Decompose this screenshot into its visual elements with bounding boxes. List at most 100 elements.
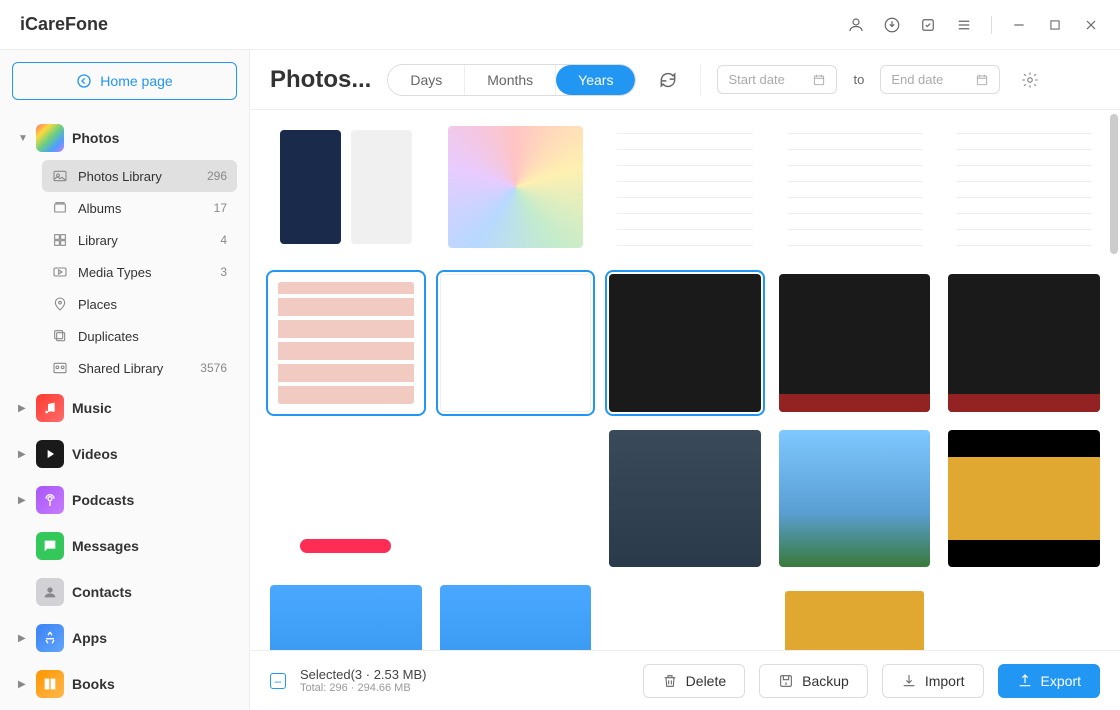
nav-header-photos[interactable]: ▼ Photos [12, 116, 237, 160]
thumbnail[interactable] [609, 430, 761, 568]
thumbnail[interactable] [440, 274, 592, 412]
sidebar-item-photos-library[interactable]: Photos Library 296 [42, 160, 237, 192]
btn-label: Import [925, 673, 965, 689]
thumbnail[interactable] [609, 585, 761, 650]
chevron-right-icon: ▶ [18, 495, 28, 506]
thumbnail[interactable] [779, 118, 931, 256]
nav-header-podcasts[interactable]: ▶ Podcasts [12, 478, 237, 522]
apps-icon [36, 624, 64, 652]
thumbnail[interactable] [948, 430, 1100, 568]
thumbnail[interactable] [440, 430, 592, 568]
photos-icon [36, 124, 64, 152]
chevron-right-icon: ▶ [18, 449, 28, 460]
nav-header-messages[interactable]: ▶Messages [12, 524, 237, 568]
item-count: 3 [220, 265, 227, 279]
thumbnail[interactable] [440, 118, 592, 256]
item-label: Albums [78, 201, 121, 216]
nav-label: Books [72, 676, 115, 692]
tab-years[interactable]: Years [556, 65, 635, 95]
nav-header-apps[interactable]: ▶Apps [12, 616, 237, 660]
app-title: iCareFone [20, 14, 108, 35]
calendar-icon [975, 73, 989, 87]
selected-line: Selected(3 · 2.53 MB) [300, 667, 426, 682]
item-label: Library [78, 233, 118, 248]
nav-label: Apps [72, 630, 107, 646]
to-label: to [853, 72, 864, 87]
item-label: Shared Library [78, 361, 163, 376]
sidebar-item-library[interactable]: Library 4 [42, 224, 237, 256]
item-label: Duplicates [78, 329, 139, 344]
thumbnail-grid [270, 118, 1100, 650]
close-icon[interactable] [1082, 16, 1100, 34]
separator [700, 65, 701, 95]
start-placeholder: Start date [728, 72, 784, 87]
sidebar-item-duplicates[interactable]: Duplicates [42, 320, 237, 352]
thumbnail[interactable] [609, 274, 761, 412]
settings-button[interactable] [1016, 66, 1044, 94]
nav-label: Messages [72, 538, 139, 554]
sidebar-item-media-types[interactable]: Media Types 3 [42, 256, 237, 288]
nav-header-music[interactable]: ▶Music [12, 386, 237, 430]
sidebar-item-places[interactable]: Places [42, 288, 237, 320]
footer: – Selected(3 · 2.53 MB) Total: 296 · 294… [250, 650, 1120, 710]
delete-button[interactable]: Delete [643, 664, 745, 698]
import-button[interactable]: Import [882, 664, 984, 698]
backup-button[interactable]: Backup [759, 664, 868, 698]
thumbnail[interactable] [270, 274, 422, 412]
nav-label: Podcasts [72, 492, 134, 508]
download-icon[interactable] [883, 16, 901, 34]
end-date-input[interactable]: End date [880, 65, 1000, 94]
contacts-icon [36, 578, 64, 606]
calendar-icon [812, 73, 826, 87]
btn-label: Export [1041, 673, 1081, 689]
account-icon[interactable] [847, 16, 865, 34]
selection-checkbox[interactable]: – [270, 673, 286, 689]
home-label: Home page [100, 73, 172, 89]
export-button[interactable]: Export [998, 664, 1100, 698]
chevron-right-icon: ▶ [18, 679, 28, 690]
refresh-button[interactable] [652, 64, 684, 96]
start-date-input[interactable]: Start date [717, 65, 837, 94]
minimize-icon[interactable] [1010, 16, 1028, 34]
menu-icon[interactable] [955, 16, 973, 34]
sidebar-item-albums[interactable]: Albums 17 [42, 192, 237, 224]
selection-info: Selected(3 · 2.53 MB) Total: 296 · 294.6… [300, 667, 426, 694]
nav-label: Contacts [72, 584, 132, 600]
btn-label: Delete [686, 673, 726, 689]
thumbnail[interactable] [270, 430, 422, 568]
maximize-icon[interactable] [1046, 16, 1064, 34]
nav-label: Music [72, 400, 112, 416]
nav-header-books[interactable]: ▶ Books [12, 662, 237, 706]
item-label: Media Types [78, 265, 151, 280]
podcasts-icon [36, 486, 64, 514]
thumbnail[interactable] [779, 430, 931, 568]
home-button[interactable]: Home page [12, 62, 237, 100]
sidebar-item-shared-library[interactable]: Shared Library 3576 [42, 352, 237, 384]
scrollbar[interactable] [1110, 114, 1118, 254]
thumbnail[interactable] [779, 274, 931, 412]
thumbnail[interactable] [948, 274, 1100, 412]
end-placeholder: End date [891, 72, 943, 87]
item-count: 17 [214, 201, 227, 215]
item-label: Places [78, 297, 117, 312]
total-line: Total: 296 · 294.66 MB [300, 682, 426, 694]
item-count: 3576 [200, 361, 227, 375]
edit-icon[interactable] [919, 16, 937, 34]
tab-days[interactable]: Days [388, 65, 465, 95]
chevron-down-icon: ▼ [18, 133, 28, 144]
nav-photos-sub: Photos Library 296 Albums 17 Library 4 M… [12, 160, 237, 384]
music-icon [36, 394, 64, 422]
thumbnail[interactable] [948, 118, 1100, 256]
thumbnail[interactable] [270, 118, 422, 256]
nav-header-videos[interactable]: ▶Videos [12, 432, 237, 476]
videos-icon [36, 440, 64, 468]
titlebar-actions [847, 16, 1100, 34]
tab-months[interactable]: Months [465, 65, 556, 95]
thumbnail[interactable] [779, 585, 931, 650]
thumbnail[interactable] [270, 585, 422, 650]
thumbnail[interactable] [609, 118, 761, 256]
nav-header-contacts[interactable]: ▶Contacts [12, 570, 237, 614]
thumbnail[interactable] [440, 585, 592, 650]
sidebar: Home page ▼ Photos Photos Library 296 Al… [0, 50, 250, 710]
thumbnail-grid-wrap: 2024 (87) [250, 110, 1120, 650]
